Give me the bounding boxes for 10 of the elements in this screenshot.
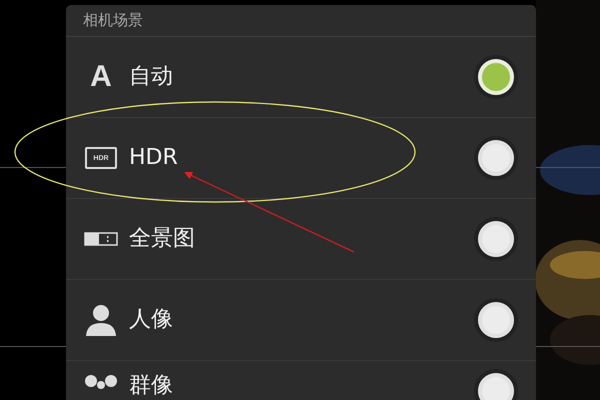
person-icon (84, 303, 118, 337)
option-label: HDR (129, 144, 179, 172)
letter-icon: A (90, 62, 112, 92)
group-icon (84, 373, 118, 389)
option-label: 人像 (129, 306, 174, 334)
option-label: 全景图 (129, 226, 196, 252)
dialog-title: 相机场景 (83, 11, 143, 30)
option-label: 群像 (129, 373, 174, 400)
panorama-icon (84, 232, 118, 246)
option-label: 自动 (129, 64, 174, 90)
